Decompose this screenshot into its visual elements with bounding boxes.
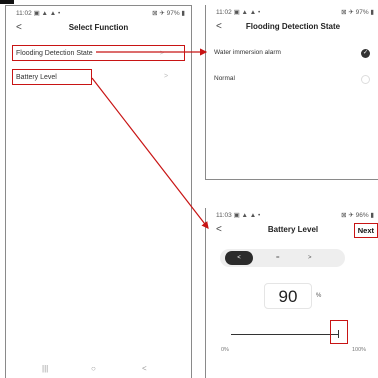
- function-item-label: Battery Level: [16, 74, 57, 81]
- android-nav-bar: ||| ○ <: [6, 364, 191, 376]
- app-header: < Select Function: [6, 22, 191, 36]
- page-title: Flooding Detection State: [245, 22, 341, 31]
- slider-highlight-box: [330, 320, 348, 344]
- equal-option[interactable]: =: [276, 249, 280, 267]
- option-normal[interactable]: Normal: [214, 72, 372, 86]
- greater-than-option[interactable]: >: [308, 249, 312, 267]
- battery-value-display: 90: [264, 283, 312, 309]
- app-header: < Flooding Detection State: [206, 21, 378, 35]
- page-title: Select Function: [68, 23, 129, 32]
- status-time: 11:03 ▣ ▲ ▲ •: [216, 212, 261, 219]
- nav-back-button[interactable]: <: [142, 364, 147, 373]
- status-icons-right: ⊠ ✈ 97% ▮: [341, 9, 374, 16]
- radio-checked-icon[interactable]: ✓: [361, 49, 370, 58]
- chevron-right-icon: >: [164, 73, 169, 80]
- status-icons-right: ⊠ ✈ 97% ▮: [152, 10, 185, 17]
- recents-button[interactable]: |||: [42, 364, 48, 373]
- option-label: Normal: [214, 75, 235, 82]
- slider-track[interactable]: [231, 334, 339, 335]
- function-item-label: Flooding Detection State: [16, 50, 93, 57]
- less-than-option[interactable]: <: [225, 251, 253, 265]
- corner-mark: [0, 0, 14, 4]
- battery-level-screen: 11:03 ▣ ▲ ▲ • ⊠ ✈ 96% ▮ < Battery Level …: [205, 208, 378, 378]
- slider-thumb[interactable]: [338, 330, 339, 338]
- flooding-detection-state-screen: 11:02 ▣ ▲ ▲ • ⊠ ✈ 97% ▮ < Flooding Detec…: [205, 5, 378, 180]
- home-button[interactable]: ○: [91, 364, 96, 373]
- unit-label: %: [316, 293, 322, 299]
- app-header: < Battery Level: [206, 224, 378, 238]
- status-time: 11:02 ▣ ▲ ▲ •: [216, 9, 261, 16]
- function-item-flooding-detection-state[interactable]: Flooding Detection State >: [12, 45, 185, 61]
- slider-min-label: 0%: [221, 347, 229, 353]
- page-title: Battery Level: [267, 225, 319, 234]
- chevron-right-icon: >: [159, 50, 164, 57]
- option-label: Water immersion alarm: [214, 49, 281, 56]
- radio-unchecked-icon[interactable]: [361, 75, 370, 84]
- next-button[interactable]: Next: [353, 223, 378, 238]
- slider-max-label: 100%: [352, 347, 367, 353]
- select-function-screen: 11:02 ▣ ▲ ▲ • ⊠ ✈ 97% ▮ < Select Functio…: [5, 5, 192, 378]
- status-bar: 11:02 ▣ ▲ ▲ • ⊠ ✈ 97% ▮: [6, 9, 191, 18]
- option-water-immersion-alarm[interactable]: Water immersion alarm ✓: [214, 46, 372, 60]
- status-bar: 11:02 ▣ ▲ ▲ • ⊠ ✈ 97% ▮: [206, 8, 378, 17]
- condition-segment-control: < = >: [220, 249, 345, 267]
- status-icons-right: ⊠ ✈ 96% ▮: [341, 212, 374, 219]
- status-bar: 11:03 ▣ ▲ ▲ • ⊠ ✈ 96% ▮: [206, 211, 378, 220]
- status-time: 11:02 ▣ ▲ ▲ •: [16, 10, 61, 17]
- function-item-battery-level[interactable]: Battery Level: [12, 69, 92, 85]
